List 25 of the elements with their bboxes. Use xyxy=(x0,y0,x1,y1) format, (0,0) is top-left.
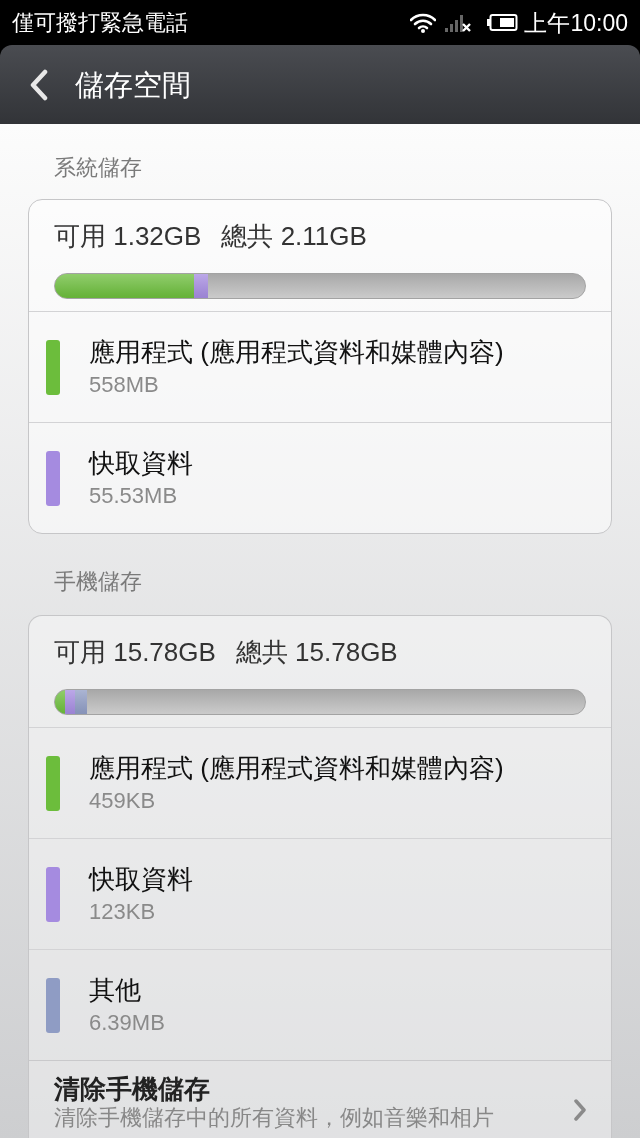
clear-storage-item[interactable]: 清除手機儲存 清除手機儲存中的所有資料，例如音樂和相片 xyxy=(29,1060,611,1132)
category-name: 其他 xyxy=(89,974,142,1006)
available-space: 可用 1.32GB xyxy=(54,220,202,252)
category-name: 快取資料 xyxy=(89,447,193,479)
section-label: 手機儲存 xyxy=(53,568,143,596)
status-text: 僅可撥打緊急電話 xyxy=(12,8,188,37)
category-size: 558MB xyxy=(89,372,160,398)
available-space: 可用 15.78GB xyxy=(54,636,216,668)
category-name: 應用程式 (應用程式資料和媒體內容) xyxy=(89,336,504,368)
status-time: 上午10:00 xyxy=(524,8,628,37)
category-size: 459KB xyxy=(89,788,157,814)
category-name: 應用程式 (應用程式資料和媒體內容) xyxy=(89,752,504,784)
total-space: 總共 2.11GB xyxy=(221,220,367,252)
category-size: 55.53MB xyxy=(89,483,179,509)
page-title: 儲存空間 xyxy=(75,67,191,103)
category-size: 123KB xyxy=(89,899,157,925)
wifi-icon xyxy=(410,12,437,33)
category-name: 快取資料 xyxy=(89,863,193,895)
battery-icon xyxy=(487,14,519,31)
back-icon xyxy=(29,68,49,101)
chevron-right-icon xyxy=(573,1099,587,1121)
category-size: 6.39MB xyxy=(89,1010,165,1036)
total-space: 總共 15.78GB xyxy=(235,636,398,668)
section-label: 系統儲存 xyxy=(53,154,143,182)
no-signal-icon xyxy=(445,13,472,32)
